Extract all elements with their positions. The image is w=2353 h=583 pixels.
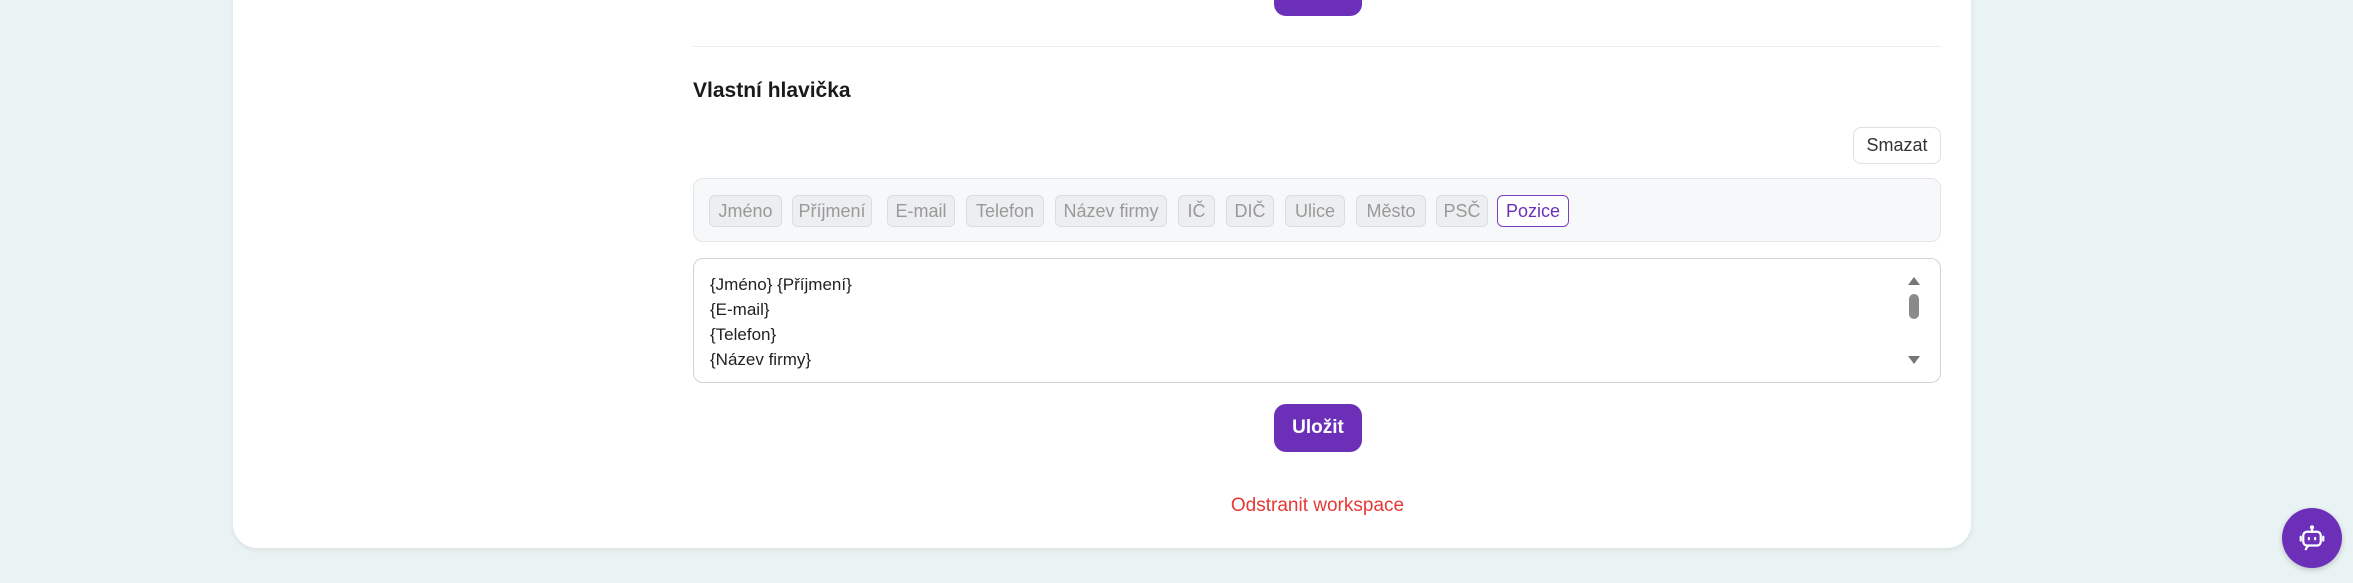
editor-line: {Telefon} <box>710 325 777 344</box>
chip-mesto[interactable]: Město <box>1356 195 1426 227</box>
chip-dic[interactable]: DIČ <box>1226 195 1274 227</box>
clear-button[interactable]: Smazat <box>1853 127 1941 164</box>
chip-email[interactable]: E-mail <box>887 195 955 227</box>
save-button[interactable]: Uložit <box>1274 404 1362 452</box>
scroll-up-arrow-icon[interactable] <box>1908 277 1920 285</box>
delete-workspace-link[interactable]: Odstranit workspace <box>1230 495 1405 517</box>
editor-line: {Název firmy} <box>710 350 812 369</box>
chip-prijmeni[interactable]: Příjmení <box>792 195 872 227</box>
section-divider <box>693 46 1941 47</box>
scrollbar-thumb[interactable] <box>1909 294 1919 319</box>
section-title: Vlastní hlavička <box>693 79 851 102</box>
chip-jmeno[interactable]: Jméno <box>709 195 782 227</box>
assistant-chat-button[interactable] <box>2282 508 2342 568</box>
chip-ic[interactable]: IČ <box>1178 195 1215 227</box>
chip-pozice[interactable]: Pozice <box>1497 195 1569 227</box>
chip-telefon[interactable]: Telefon <box>966 195 1044 227</box>
scroll-down-arrow-icon[interactable] <box>1908 356 1920 364</box>
editor-line: {Jméno} {Příjmení} <box>710 275 852 294</box>
chip-nazev-firmy[interactable]: Název firmy <box>1055 195 1167 227</box>
chip-psc[interactable]: PSČ <box>1436 195 1488 227</box>
robot-chat-icon <box>2299 525 2325 551</box>
header-template-editor[interactable] <box>693 258 1941 383</box>
previous-save-button[interactable] <box>1274 0 1362 16</box>
editor-line: {E-mail} <box>710 300 770 319</box>
chip-ulice[interactable]: Ulice <box>1285 195 1345 227</box>
